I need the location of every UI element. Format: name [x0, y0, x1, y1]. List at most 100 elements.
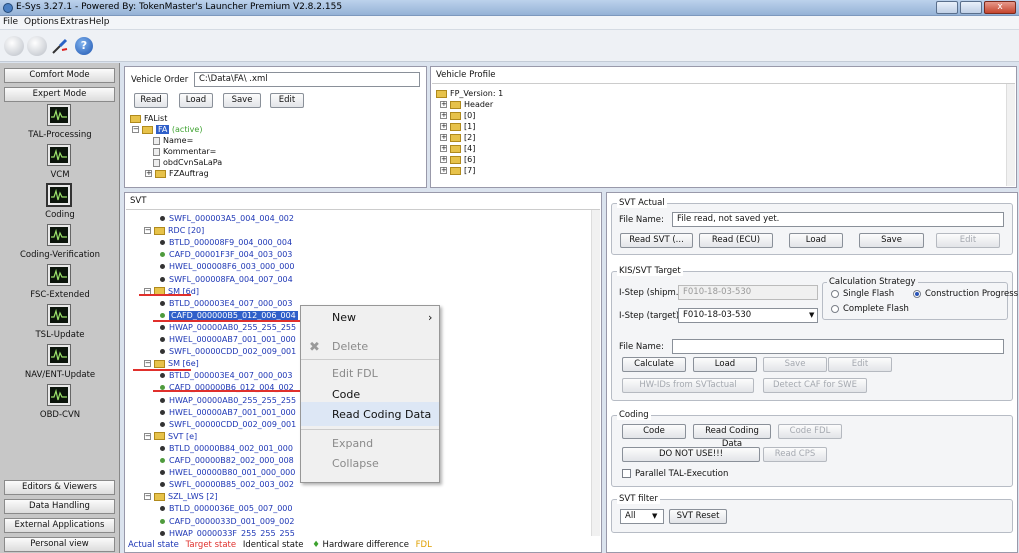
complete-flash-radio[interactable] — [831, 305, 839, 313]
collapse-icon[interactable]: − — [144, 432, 151, 440]
back-icon[interactable] — [4, 36, 24, 56]
ctx-new[interactable]: New — [332, 311, 356, 324]
svt-sgbm-node[interactable]: BTLD_00000B84_002_001_000 — [160, 443, 293, 454]
read-coding-data-button[interactable]: Read Coding Data — [693, 424, 771, 449]
expand-icon[interactable]: + — [440, 156, 447, 163]
ctx-read-coding-data[interactable]: Read Coding Data — [332, 408, 431, 421]
vo-save-button[interactable]: Save — [223, 93, 261, 108]
menu-extras[interactable]: Extras — [60, 17, 88, 27]
falist-node[interactable]: FAList — [144, 114, 167, 123]
fa-child-fzauftrag[interactable]: FZAuftrag — [169, 169, 209, 178]
fa-child-obdcvn[interactable]: obdCvnSaLaPa — [163, 158, 222, 167]
code-fdl-button[interactable]: Code FDL — [778, 424, 842, 439]
calculate-button[interactable]: Calculate — [622, 357, 686, 372]
svt-actual-file-field[interactable]: File read, not saved yet. — [672, 212, 1004, 227]
istep-shipm-select[interactable]: F010-18-03-530 — [678, 285, 818, 300]
connect-icon[interactable] — [51, 37, 69, 55]
svt-sgbm-node[interactable]: SWFL_00000CDD_002_009_001 — [160, 346, 296, 357]
vp-node[interactable]: + Header — [440, 99, 493, 110]
svt-sgbm-node[interactable]: BTLD_000003E4_007_000_003 — [160, 370, 292, 381]
kis-file-field[interactable] — [672, 339, 1004, 354]
menu-help[interactable]: Help — [89, 17, 110, 27]
svt-ecu-node[interactable]: − SM [6e] — [144, 358, 199, 369]
collapse-icon[interactable]: − — [144, 360, 151, 368]
ctx-collapse[interactable]: Collapse — [332, 457, 379, 470]
detect-caf-button[interactable]: Detect CAF for SWE — [763, 378, 867, 393]
do-not-use-button[interactable]: DO NOT USE!!! — [622, 447, 760, 462]
svt-sgbm-node[interactable]: HWAP_0000033F_255_255_255 — [160, 528, 295, 536]
svt-ecu-node[interactable]: − RDC [20] — [144, 225, 204, 236]
ctx-expand[interactable]: Expand — [332, 437, 373, 450]
vp-root-node[interactable]: FP_Version: 1 — [436, 88, 503, 99]
single-flash-radio[interactable] — [831, 290, 839, 298]
hw-ids-button[interactable]: HW-IDs from SVTactual — [622, 378, 754, 393]
minimize-button[interactable] — [936, 1, 958, 14]
expand-icon[interactable]: + — [440, 134, 447, 141]
read-svt-button[interactable]: Read SVT (... — [620, 233, 693, 248]
kis-load-button[interactable]: Load — [693, 357, 757, 372]
svt-ecu-node[interactable]: − SVT [e] — [144, 431, 197, 442]
svt-sgbm-node[interactable]: HWAP_00000AB0_255_255_255 — [160, 395, 296, 406]
sidebar-item-obd-cvn[interactable]: OBD-CVN — [0, 383, 120, 435]
comfort-mode-button[interactable]: Comfort Mode — [4, 68, 115, 83]
collapse-icon[interactable]: − — [144, 227, 151, 235]
expand-icon[interactable]: + — [440, 145, 447, 152]
svt-sgbm-node[interactable]: CAFD_0000033D_001_009_002 — [160, 516, 294, 527]
svt-sgbm-node[interactable]: BTLD_000008F9_004_000_004 — [160, 237, 292, 248]
ctx-delete[interactable]: Delete — [332, 340, 368, 353]
fa-child-name[interactable]: Name= — [163, 136, 193, 145]
vo-edit-button[interactable]: Edit — [270, 93, 304, 108]
expand-icon[interactable]: + — [145, 170, 152, 177]
read-ecu-button[interactable]: Read (ECU) — [699, 233, 773, 248]
parallel-tal-checkbox[interactable] — [622, 469, 631, 478]
data-handling-button[interactable]: Data Handling — [4, 499, 115, 514]
svt-sgbm-node[interactable]: HWAP_00000AB0_255_255_255 — [160, 322, 296, 333]
vp-node[interactable]: + [7] — [440, 165, 475, 176]
svt-sgbm-node[interactable]: CAFD_00001F3F_004_003_003 — [160, 249, 292, 260]
vp-node[interactable]: + [6] — [440, 154, 475, 165]
svt-sgbm-node[interactable]: SWFL_00000B85_002_003_002 — [160, 479, 294, 490]
expand-icon[interactable]: + — [440, 167, 447, 174]
svt-sgbm-node[interactable]: HWEL_00000B80_001_000_000 — [160, 467, 295, 478]
svt-sgbm-node[interactable]: BTLD_0000036E_005_007_000 — [160, 503, 292, 514]
maximize-button[interactable] — [960, 1, 982, 14]
svt-sgbm-node[interactable]: HWEL_00000AB7_001_001_000 — [160, 334, 296, 345]
kis-save-button[interactable]: Save — [763, 357, 827, 372]
svt-sgbm-node[interactable]: BTLD_000003E4_007_000_003 — [160, 298, 292, 309]
svt-actual-save-button[interactable]: Save — [859, 233, 924, 248]
vp-node[interactable]: + [2] — [440, 132, 475, 143]
external-applications-button[interactable]: External Applications — [4, 518, 115, 533]
vp-node[interactable]: + [0] — [440, 110, 475, 121]
collapse-icon[interactable]: − — [132, 126, 139, 133]
personal-view-button[interactable]: Personal view — [4, 537, 115, 552]
vp-node[interactable]: + [1] — [440, 121, 475, 132]
help-icon[interactable]: ? — [75, 37, 93, 55]
istep-target-select[interactable]: F010-18-03-530 — [678, 308, 818, 323]
read-cps-button[interactable]: Read CPS — [763, 447, 827, 462]
vo-load-button[interactable]: Load — [179, 93, 213, 108]
svt-ecu-node[interactable]: − SZL_LWS [2] — [144, 491, 218, 502]
expand-icon[interactable]: + — [440, 112, 447, 119]
construction-progress-radio[interactable] — [913, 290, 921, 298]
svt-actual-edit-button[interactable]: Edit — [936, 233, 1000, 248]
vehicle-order-path-field[interactable]: C:\Data\FA\ .xml — [194, 72, 420, 87]
svt-sgbm-node[interactable]: CAFD_00000B82_002_000_008 — [160, 455, 294, 466]
svt-sgbm-node[interactable]: SWFL_00000CDD_002_009_001 — [160, 419, 296, 430]
vp-node[interactable]: + [4] — [440, 143, 475, 154]
svt-reset-button[interactable]: SVT Reset — [669, 509, 727, 524]
kis-edit-button[interactable]: Edit — [828, 357, 892, 372]
editors-viewers-button[interactable]: Editors & Viewers — [4, 480, 115, 495]
fa-child-kommentar[interactable]: Kommentar= — [163, 147, 216, 156]
svt-actual-load-button[interactable]: Load — [789, 233, 843, 248]
forward-icon[interactable] — [27, 36, 47, 56]
code-button[interactable]: Code — [622, 424, 686, 439]
ctx-code[interactable]: Code — [332, 388, 360, 401]
svt-filter-select[interactable]: All — [620, 509, 664, 524]
expert-mode-button[interactable]: Expert Mode — [4, 87, 115, 102]
expand-icon[interactable]: + — [440, 123, 447, 130]
svt-sgbm-node[interactable]: SWFL_000003A5_004_004_002 — [160, 213, 294, 224]
ctx-edit-fdl[interactable]: Edit FDL — [332, 367, 378, 380]
menu-file[interactable]: File — [3, 17, 18, 27]
svt-sgbm-node[interactable]: HWEL_000008F6_003_000_000 — [160, 261, 294, 272]
svt-scrollbar[interactable] — [591, 210, 600, 536]
